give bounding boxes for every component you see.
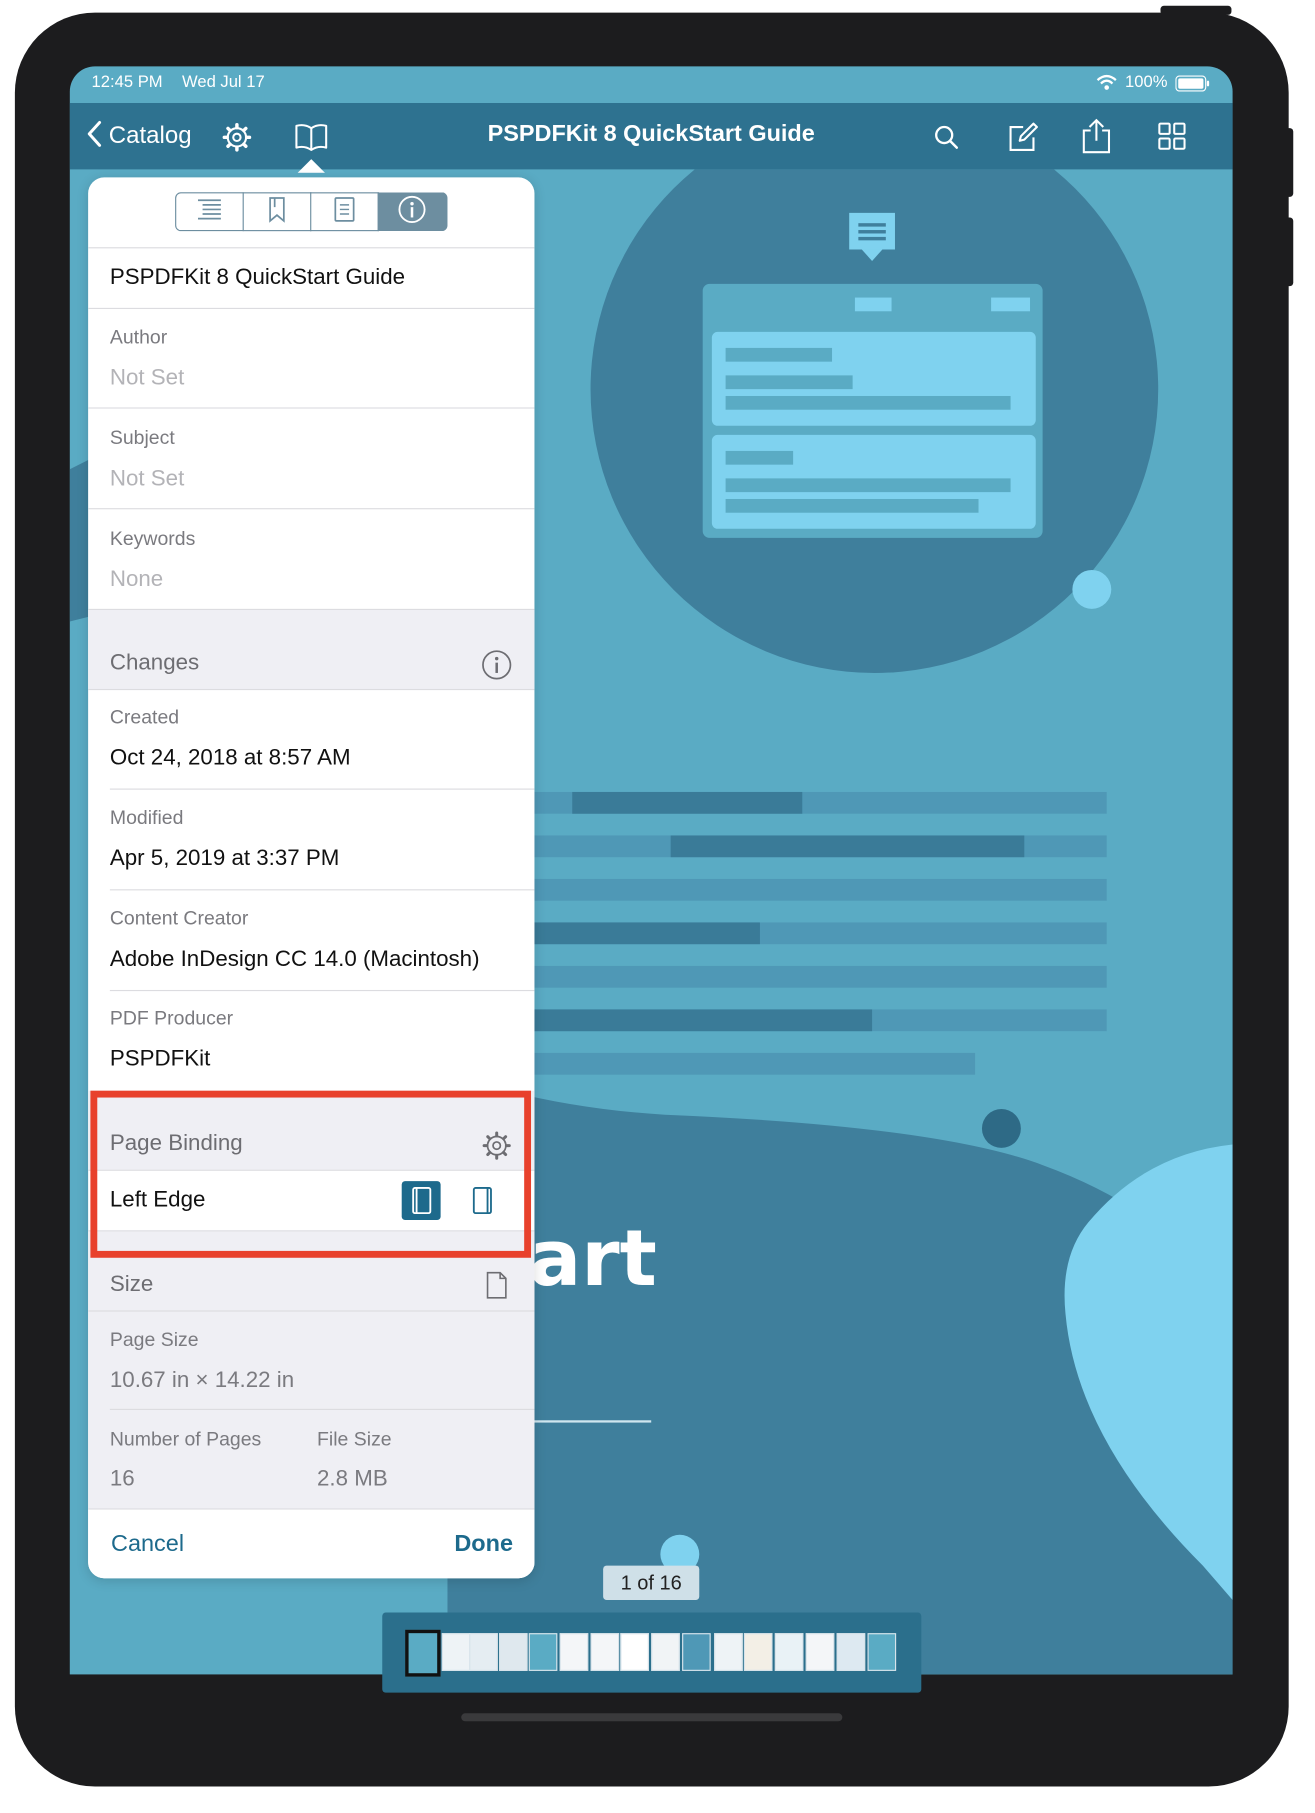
document-info-popover: PSPDFKit 8 QuickStart Guide Author Not S…	[88, 177, 535, 1579]
changes-header: Changes	[109, 650, 200, 676]
navigation-bar: Catalog PSPDFKit 8 QuickStart Guide	[69, 103, 1233, 173]
status-time: 12:45 PM	[91, 73, 163, 92]
page-binding-highlight	[90, 1090, 532, 1258]
pdf-producer-label: PDF Producer	[109, 1007, 234, 1029]
tab-annotations[interactable]	[310, 192, 379, 232]
size-header: Size	[109, 1271, 154, 1297]
document-title-fragment: art	[529, 1214, 657, 1304]
info-icon[interactable]	[480, 648, 514, 682]
cancel-button[interactable]: Cancel	[111, 1530, 184, 1557]
thumbnail[interactable]	[743, 1633, 773, 1671]
thumbnail[interactable]	[528, 1633, 558, 1671]
done-button[interactable]: Done	[454, 1530, 513, 1557]
thumbnail-scrubber[interactable]	[382, 1612, 922, 1693]
search-icon[interactable]	[929, 120, 963, 154]
thumbnail[interactable]	[441, 1633, 471, 1671]
number-of-pages-label: Number of Pages	[109, 1428, 262, 1451]
thumbnail[interactable]	[714, 1633, 743, 1671]
grid-icon[interactable]	[1155, 119, 1189, 153]
wifi-icon	[1095, 72, 1118, 93]
thumbnail[interactable]	[590, 1633, 620, 1671]
subject-label: Subject	[109, 426, 175, 449]
thumbnail[interactable]	[774, 1633, 804, 1671]
popover-footer: Cancel Done	[88, 1508, 535, 1579]
thumbnail[interactable]	[559, 1633, 589, 1671]
thumbnail-current[interactable]	[405, 1629, 441, 1677]
battery-percent: 100%	[1125, 73, 1168, 92]
status-bar: 12:45 PM Wed Jul 17 100%	[70, 66, 1233, 103]
gear-icon[interactable]	[220, 120, 254, 154]
author-value[interactable]: Not Set	[110, 365, 184, 391]
file-size-value: 2.8 MB	[317, 1466, 388, 1492]
share-icon[interactable]	[1078, 117, 1115, 156]
thumbnail[interactable]	[620, 1633, 649, 1671]
tab-bookmarks[interactable]	[242, 192, 312, 232]
page-indicator: 1 of 16	[603, 1565, 700, 1600]
bookmark-icon	[266, 195, 287, 228]
tab-outline[interactable]	[175, 192, 244, 232]
home-indicator[interactable]	[461, 1713, 843, 1722]
content-creator-label: Content Creator	[109, 907, 249, 930]
subject-value[interactable]: Not Set	[110, 466, 184, 492]
pdf-producer-value: PSPDFKit	[109, 1046, 211, 1072]
modified-label: Modified	[109, 806, 184, 829]
edit-icon[interactable]	[1005, 119, 1042, 156]
number-of-pages-value: 16	[109, 1466, 135, 1492]
content-creator-value: Adobe InDesign CC 14.0 (Macintosh)	[109, 946, 480, 972]
popover-arrow	[297, 159, 326, 173]
thumbnail[interactable]	[498, 1633, 528, 1671]
created-label: Created	[109, 706, 180, 728]
chevron-left-icon	[86, 120, 102, 153]
file-size-label: File Size	[317, 1428, 392, 1451]
thumbnail[interactable]	[469, 1633, 498, 1671]
back-button[interactable]: Catalog	[86, 120, 192, 153]
author-label: Author	[109, 326, 168, 348]
battery-icon	[1175, 75, 1210, 97]
status-date: Wed Jul 17	[181, 73, 265, 92]
thumbnail[interactable]	[836, 1633, 866, 1671]
info-icon	[397, 194, 427, 229]
thumbnail[interactable]	[682, 1633, 711, 1671]
outline-icon	[196, 196, 223, 227]
book-icon[interactable]	[293, 120, 330, 154]
thumbnail[interactable]	[651, 1633, 680, 1671]
thumbnail[interactable]	[805, 1633, 835, 1671]
page-size-value: 10.67 in × 14.22 in	[109, 1367, 295, 1393]
document-title: PSPDFKit 8 QuickStart Guide	[487, 120, 815, 147]
tab-info[interactable]	[377, 192, 448, 232]
back-label: Catalog	[108, 122, 192, 149]
created-value: Oct 24, 2018 at 8:57 AM	[109, 745, 351, 771]
annotations-icon	[332, 195, 355, 228]
modified-value: Apr 5, 2019 at 3:37 PM	[109, 845, 340, 871]
info-document-title: PSPDFKit 8 QuickStart Guide	[109, 264, 406, 290]
page-size-label: Page Size	[109, 1328, 199, 1351]
keywords-label: Keywords	[109, 527, 196, 550]
document-icon	[482, 1268, 512, 1302]
thumbnail[interactable]	[867, 1633, 897, 1671]
keywords-value[interactable]: None	[110, 567, 163, 593]
